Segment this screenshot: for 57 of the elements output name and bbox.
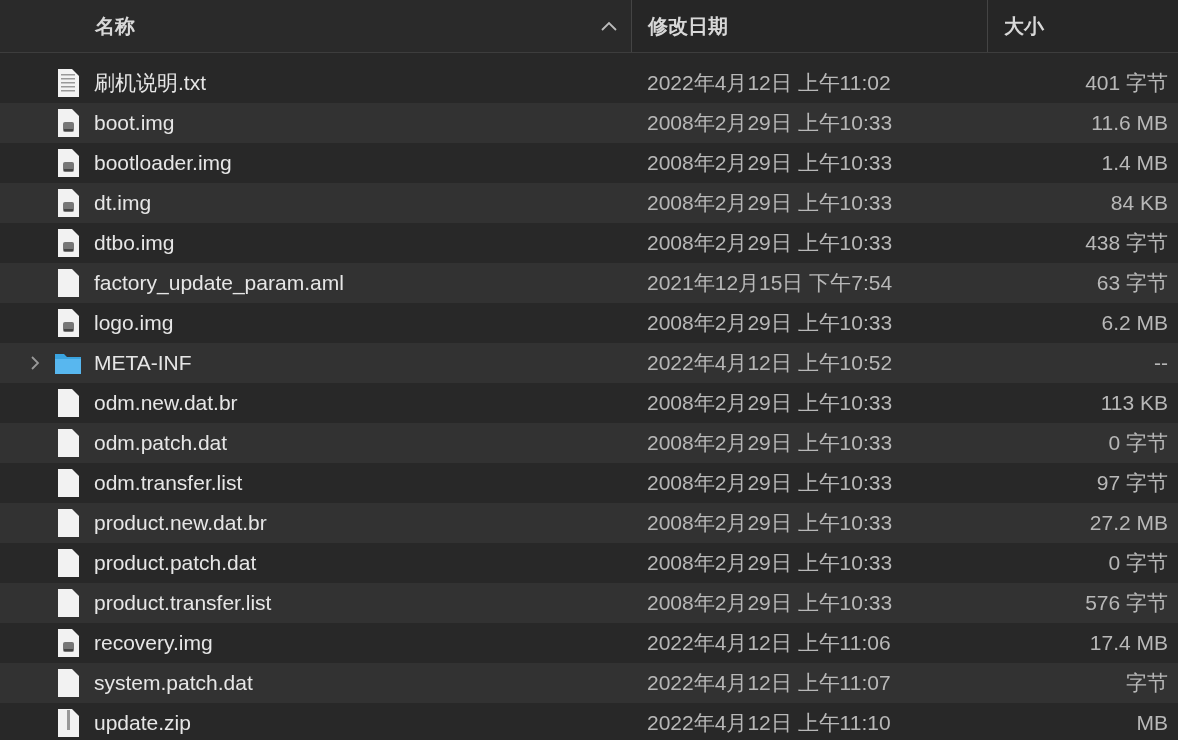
modified-date: 2022年4月12日 上午11:10 — [646, 710, 892, 736]
modified-date: 2008年2月29日 上午10:33 — [646, 230, 894, 256]
modified-date: 2008年2月29日 上午10:33 — [646, 510, 894, 536]
file-name[interactable]: odm.new.dat.br — [94, 391, 238, 415]
column-header[interactable]: 名称 — [95, 12, 135, 40]
file-name[interactable]: product.patch.dat — [94, 551, 257, 575]
file-name[interactable]: dt.img — [94, 191, 152, 215]
modified-date: 2021年12月15日 下午7:54 — [646, 270, 894, 296]
column-header[interactable]: 大小 — [1004, 12, 1044, 40]
file-name[interactable]: boot.img — [94, 111, 175, 135]
disclosure-chevron-icon[interactable] — [28, 355, 42, 371]
file-size: 1.4 MB — [1100, 151, 1169, 175]
modified-date: 2008年2月29日 上午10:33 — [646, 550, 894, 576]
file-size: -- — [1153, 351, 1169, 375]
modified-date: 2022年4月12日 上午10:52 — [646, 350, 894, 376]
modified-date: 2022年4月12日 上午11:06 — [646, 630, 892, 656]
modified-date: 2008年2月29日 上午10:33 — [646, 390, 894, 416]
file-size: 401 字节 — [1084, 70, 1169, 96]
column-header[interactable]: 修改日期 — [648, 12, 728, 40]
file-size: 11.6 MB — [1090, 111, 1169, 135]
file-size: 0 字节 — [1107, 430, 1169, 456]
file-size: MB — [1135, 711, 1169, 735]
file-name[interactable]: update.zip — [94, 711, 191, 735]
file-size: 0 字节 — [1107, 550, 1169, 576]
modified-date: 2008年2月29日 上午10:33 — [646, 430, 894, 456]
modified-date: 2008年2月29日 上午10:33 — [646, 590, 894, 616]
file-size: 113 KB — [1099, 391, 1169, 415]
modified-date: 2022年4月12日 上午11:02 — [646, 70, 892, 96]
file-name[interactable]: factory_update_param.aml — [94, 271, 344, 295]
file-name[interactable]: product.transfer.list — [94, 591, 272, 615]
modified-date: 2008年2月29日 上午10:33 — [646, 190, 894, 216]
file-size: 438 字节 — [1084, 230, 1169, 256]
file-size: 63 字节 — [1095, 270, 1169, 296]
file-name[interactable]: META-INF — [94, 351, 192, 375]
file-size: 6.2 MB — [1100, 311, 1169, 335]
file-name[interactable]: odm.patch.dat — [94, 431, 228, 455]
file-name[interactable]: odm.transfer.list — [94, 471, 243, 495]
file-name[interactable]: system.patch.dat — [94, 671, 253, 695]
column-header-cell[interactable]: 名称 — [0, 0, 631, 52]
file-name[interactable]: recovery.img — [94, 631, 213, 655]
file-name[interactable]: 刷机说明.txt — [94, 69, 206, 97]
file-name[interactable]: bootloader.img — [94, 151, 232, 175]
sort-chevron-icon — [601, 21, 617, 31]
modified-date: 2008年2月29日 上午10:33 — [646, 310, 894, 336]
file-name[interactable]: product.new.dat.br — [94, 511, 267, 535]
modified-date: 2008年2月29日 上午10:33 — [646, 470, 894, 496]
modified-date: 2008年2月29日 上午10:33 — [646, 150, 894, 176]
file-size: 17.4 MB — [1088, 631, 1169, 655]
file-size: 84 KB — [1109, 191, 1169, 215]
file-name[interactable]: dtbo.img — [94, 231, 175, 255]
modified-date: 2022年4月12日 上午11:07 — [646, 670, 892, 696]
file-name[interactable]: logo.img — [94, 311, 174, 335]
file-size: 27.2 MB — [1088, 511, 1169, 535]
file-size: 字节 — [1125, 670, 1169, 696]
file-size: 576 字节 — [1084, 590, 1169, 616]
file-size: 97 字节 — [1095, 470, 1169, 496]
modified-date: 2008年2月29日 上午10:33 — [646, 110, 894, 136]
